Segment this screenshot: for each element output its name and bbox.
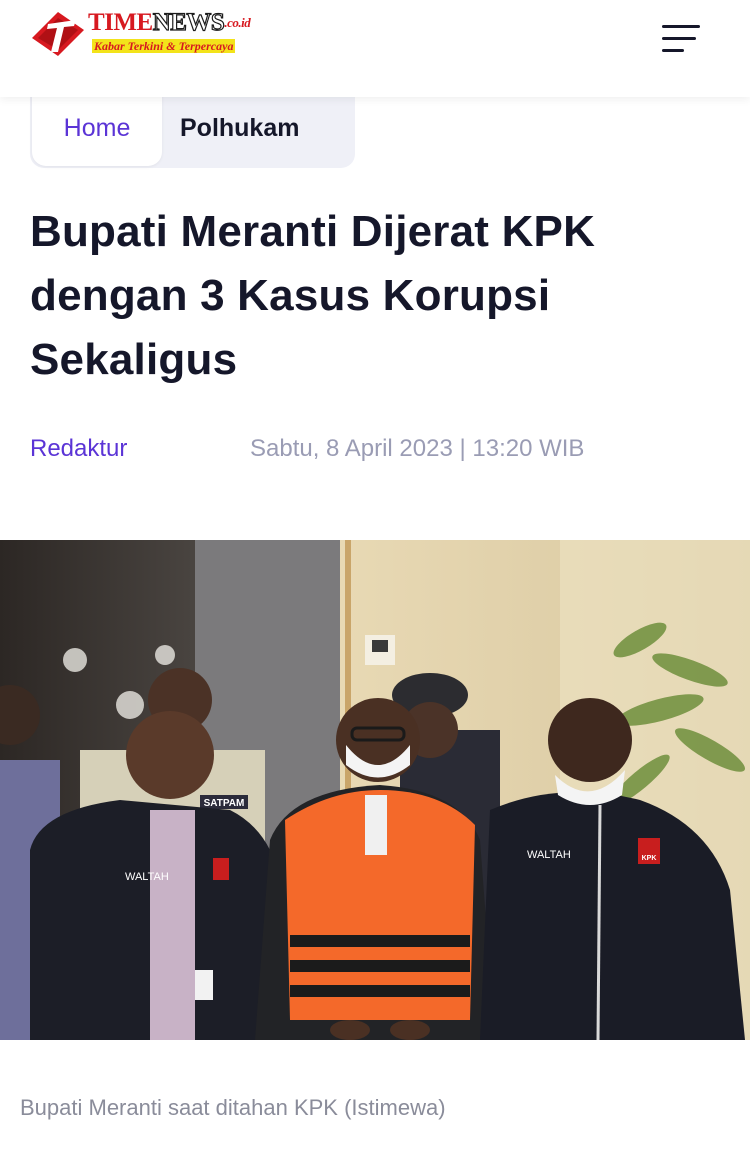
site-logo[interactable]: TIMENEWS.co.id Kabar Terkini & Terpercay… [30,8,290,58]
logo-tld: .co.id [224,15,251,30]
breadcrumb-home-label: Home [63,114,131,142]
logo-word-news: NEWS [152,9,225,36]
photo-kpk-badge: KPK [642,855,657,862]
breadcrumb-category-label: Polhukam [180,114,300,142]
breadcrumb-home-link[interactable]: Home [32,88,162,166]
article-title: Bupati Meranti Dijerat KPK dengan 3 Kasu… [30,207,596,384]
article-date: Sabtu, 8 April 2023 | 13:20 WIB [250,435,585,462]
menu-line-middle [662,36,696,40]
hamburger-menu-button[interactable] [662,18,708,58]
menu-line-top [662,24,700,28]
photo-vest-left-text: WALTAH [125,871,169,883]
logo-word-time: TIME [88,9,153,36]
photo-caption: Bupati Meranti saat ditahan KPK (Istimew… [20,1095,446,1120]
article-photo[interactable]: SATPAM WALTAH WALTAH KPK [0,540,750,1040]
breadcrumb-category-link[interactable]: Polhukam [180,88,299,166]
site-header: TIMENEWS.co.id Kabar Terkini & Terpercay… [0,0,750,97]
logo-tagline: Kabar Terkini & Terpercaya [92,39,236,53]
menu-line-bottom [662,48,684,52]
photo-security-patch: SATPAM [204,798,245,809]
logo-wordmark: TIMENEWS.co.id [88,9,251,36]
photo-vest-right-text: WALTAH [527,849,571,861]
article-author-link[interactable]: Redaktur [30,435,127,463]
breadcrumb: Home Polhukam [30,88,355,168]
logo-mark-icon [32,12,84,56]
